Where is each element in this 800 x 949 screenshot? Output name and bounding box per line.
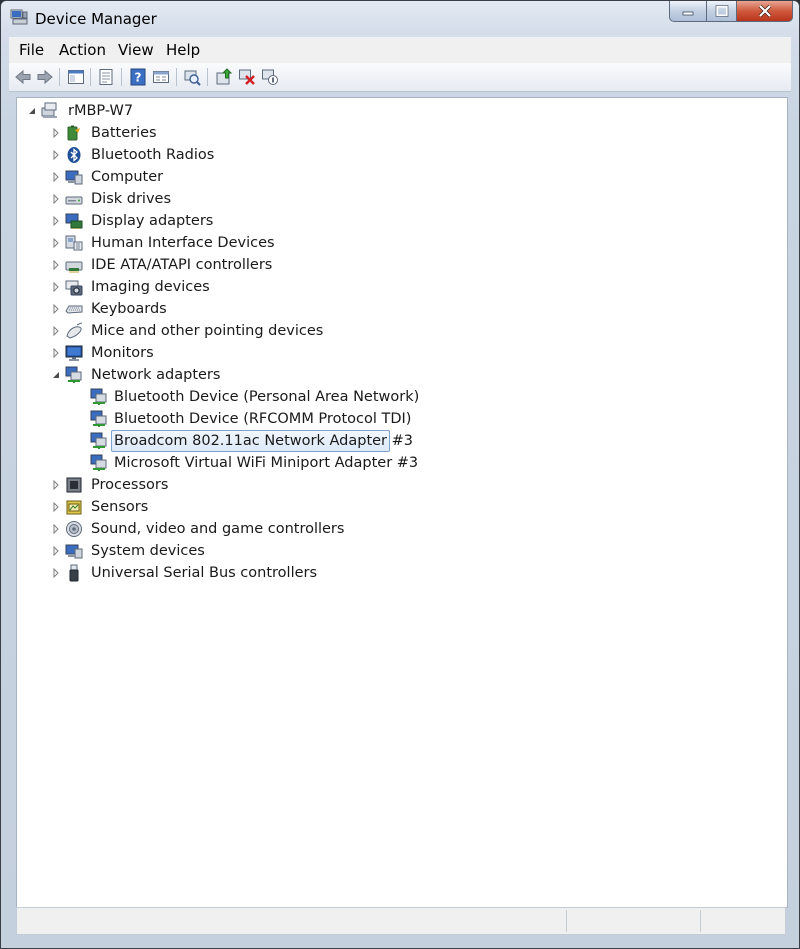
- expand-arrow-icon[interactable]: [51, 216, 61, 226]
- category-label: Sensors: [91, 499, 149, 515]
- hid-icon: [65, 235, 83, 251]
- device-manager-icon: [10, 9, 28, 25]
- category-label: Sound, video and game controllers: [91, 521, 345, 537]
- disk-drive-icon: [65, 196, 83, 205]
- collapse-arrow-icon[interactable]: [27, 106, 37, 116]
- category-label: Keyboards: [91, 301, 167, 317]
- toolbar: ?: [9, 63, 791, 92]
- expand-arrow-icon[interactable]: [51, 568, 61, 578]
- expand-arrow-icon[interactable]: [51, 238, 61, 248]
- menu-action[interactable]: Action: [59, 41, 106, 59]
- expand-arrow-icon[interactable]: [51, 172, 61, 182]
- status-bar: [16, 907, 786, 935]
- device-label: Bluetooth Device (RFCOMM Protocol TDI): [114, 411, 412, 427]
- category-label: Disk drives: [91, 191, 172, 207]
- sensor-icon: [66, 500, 82, 515]
- category-label: Computer: [91, 169, 164, 185]
- category-label: IDE ATA/ATAPI controllers: [91, 257, 273, 273]
- category-label: Imaging devices: [91, 279, 210, 295]
- bluetooth-icon: [67, 147, 81, 163]
- svg-text:?: ?: [135, 71, 142, 85]
- keyboard-icon: [65, 305, 83, 314]
- processor-icon: [66, 477, 82, 493]
- speaker-icon: [66, 521, 82, 537]
- close-icon: [758, 4, 771, 18]
- scan-hardware-icon[interactable]: [183, 68, 201, 86]
- forward-icon[interactable]: [36, 68, 54, 86]
- expand-arrow-icon[interactable]: [51, 326, 61, 336]
- expand-arrow-icon[interactable]: [51, 546, 61, 556]
- update-driver-icon[interactable]: [215, 68, 233, 86]
- device-manager-window: Device Manager File Action View Help ? r…: [0, 0, 800, 949]
- expand-arrow-icon[interactable]: [51, 194, 61, 204]
- view-icon[interactable]: [152, 68, 170, 86]
- expand-arrow-icon[interactable]: [51, 502, 61, 512]
- expand-arrow-icon[interactable]: [51, 150, 61, 160]
- network-adapter-icon: [90, 432, 107, 449]
- menu-file[interactable]: File: [19, 41, 44, 59]
- computer-root-icon: [41, 102, 57, 118]
- status-pane-3: [700, 910, 701, 932]
- caption-buttons: [669, 1, 793, 23]
- properties-icon[interactable]: [97, 68, 115, 86]
- display-adapter-icon: [65, 213, 83, 229]
- show-hide-tree-icon[interactable]: [67, 68, 85, 86]
- maximize-button[interactable]: [707, 1, 737, 22]
- expand-arrow-icon[interactable]: [51, 480, 61, 490]
- collapse-arrow-icon[interactable]: [51, 370, 61, 380]
- computer-icon: [65, 170, 83, 185]
- minimize-icon: [682, 11, 694, 16]
- category-label: Network adapters: [91, 367, 221, 383]
- network-adapter-icon: [90, 388, 107, 405]
- category-label: Display adapters: [91, 213, 214, 229]
- device-label: Microsoft Virtual WiFi Miniport Adapter …: [114, 455, 419, 471]
- ide-controller-icon: [65, 261, 83, 273]
- expand-arrow-icon[interactable]: [51, 524, 61, 534]
- category-label: Universal Serial Bus controllers: [91, 565, 318, 581]
- status-pane-2: [566, 910, 567, 932]
- monitor-icon: [65, 345, 83, 361]
- category-label: Human Interface Devices: [91, 235, 275, 251]
- category-label: Monitors: [91, 345, 154, 361]
- usb-icon: [69, 564, 79, 582]
- mouse-icon: [66, 322, 83, 339]
- expand-arrow-icon[interactable]: [51, 128, 61, 138]
- uninstall-icon[interactable]: [238, 68, 256, 86]
- back-icon[interactable]: [14, 68, 32, 86]
- expand-arrow-icon[interactable]: [51, 260, 61, 270]
- system-devices-icon: [65, 544, 83, 559]
- disable-device-icon[interactable]: [261, 68, 279, 86]
- expand-arrow-icon[interactable]: [51, 348, 61, 358]
- device-label: Broadcom 802.11ac Network Adapter #3: [114, 433, 413, 449]
- category-label: Batteries: [91, 125, 157, 141]
- menu-view[interactable]: View: [118, 41, 154, 59]
- category-label: System devices: [91, 543, 205, 559]
- battery-icon: [67, 125, 80, 141]
- maximize-icon: [715, 5, 728, 17]
- device-label: Bluetooth Device (Personal Area Network): [114, 389, 420, 405]
- network-adapter-icon: [65, 366, 82, 383]
- camera-icon: [65, 280, 83, 296]
- minimize-button[interactable]: [669, 1, 707, 22]
- category-label: Processors: [91, 477, 169, 493]
- title-bar[interactable]: Device Manager: [1, 1, 799, 35]
- category-label: Mice and other pointing devices: [91, 323, 324, 339]
- help-icon[interactable]: ?: [129, 68, 147, 86]
- network-adapter-icon: [90, 454, 107, 471]
- menu-bar: File Action View Help: [9, 37, 791, 64]
- category-label: Bluetooth Radios: [91, 147, 215, 163]
- root-label: rMBP-W7: [68, 103, 134, 119]
- close-button[interactable]: [737, 1, 793, 22]
- device-tree[interactable]: rMBP-W7 Batteries Bluetooth Radios Compute…: [16, 97, 788, 908]
- network-adapter-icon: [90, 410, 107, 427]
- expand-arrow-icon[interactable]: [51, 304, 61, 314]
- menu-help[interactable]: Help: [166, 41, 200, 59]
- expand-arrow-icon[interactable]: [51, 282, 61, 292]
- window-title: Device Manager: [35, 10, 157, 28]
